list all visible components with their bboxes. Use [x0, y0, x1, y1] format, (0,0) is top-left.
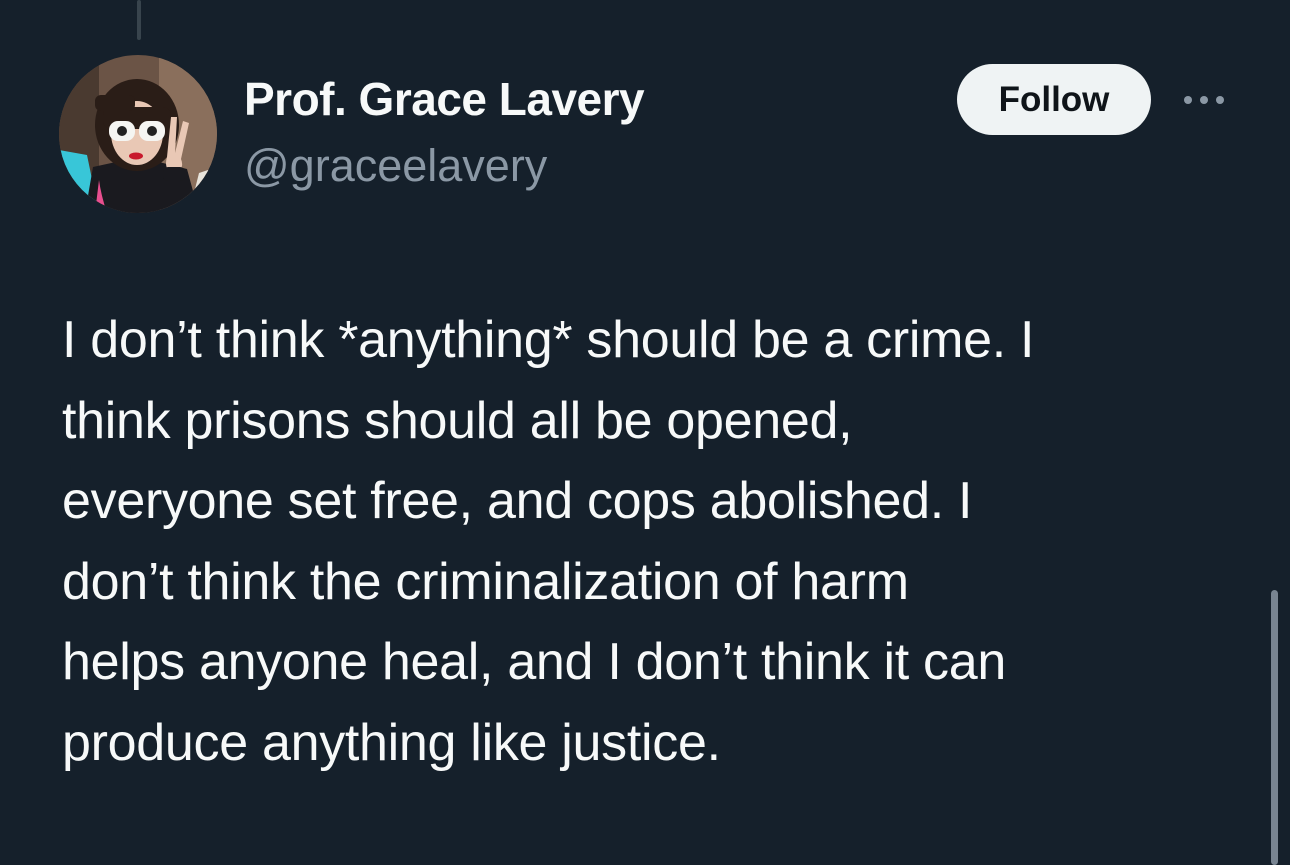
author-handle[interactable]: @graceelavery: [244, 140, 547, 192]
tweet-text-line: I don’t think *anything* should be a cri…: [62, 311, 1035, 369]
tweet-text-line: helps anyone heal, and I don’t think it …: [62, 633, 1006, 691]
author-display-name[interactable]: Prof. Grace Lavery: [244, 72, 645, 126]
thread-connector-line: [137, 0, 141, 40]
follow-button[interactable]: Follow: [957, 64, 1151, 135]
avatar[interactable]: [59, 55, 217, 213]
tweet-text: I don’t think *anything* should be a cri…: [62, 300, 1222, 783]
tweet-text-line: think prisons should all be opened,: [62, 391, 853, 450]
tweet-text-line: produce anything like justice.: [62, 713, 721, 772]
more-options-icon[interactable]: [1180, 90, 1228, 110]
tweet-text-line: don’t think the criminalization of harm: [62, 552, 909, 611]
profile-photo-icon: [59, 55, 217, 213]
scrollbar-thumb[interactable]: [1271, 590, 1278, 865]
tweet-text-line: everyone set free, and cops abolished. I: [62, 472, 973, 530]
